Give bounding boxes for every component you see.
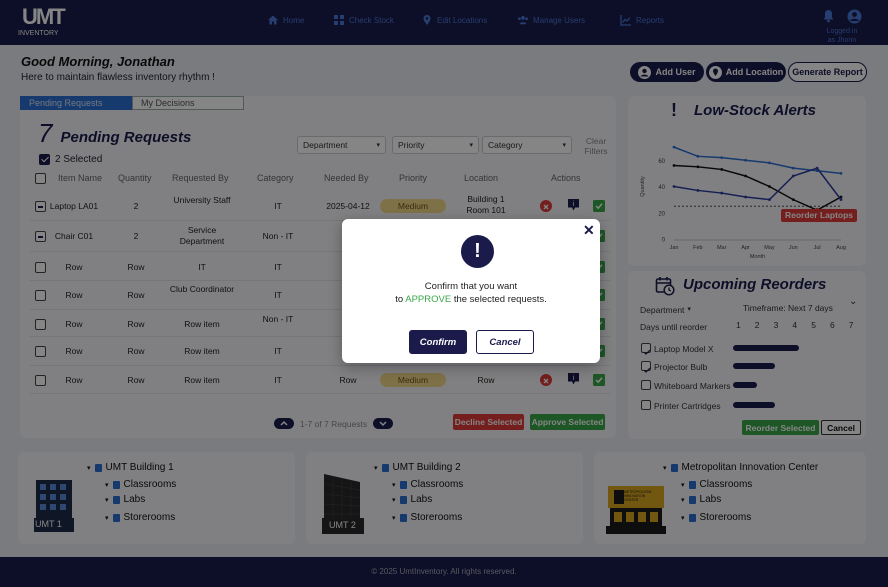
modal-message-line2: to APPROVE the selected requests. <box>342 293 600 306</box>
modal-action-word: APPROVE <box>405 294 452 305</box>
confirm-modal: ✕ ! Confirm that you want to APPROVE the… <box>342 219 600 363</box>
modal-message: Confirm that you want to APPROVE the sel… <box>342 280 600 306</box>
confirm-button[interactable]: Confirm <box>409 330 467 354</box>
modal-suffix: the selected requests. <box>451 294 547 305</box>
modal-prefix: to <box>395 294 406 305</box>
exclamation-icon: ! <box>461 235 494 268</box>
close-icon[interactable]: ✕ <box>583 222 595 239</box>
cancel-button[interactable]: Cancel <box>476 330 534 354</box>
modal-message-line1: Confirm that you want <box>424 281 518 292</box>
